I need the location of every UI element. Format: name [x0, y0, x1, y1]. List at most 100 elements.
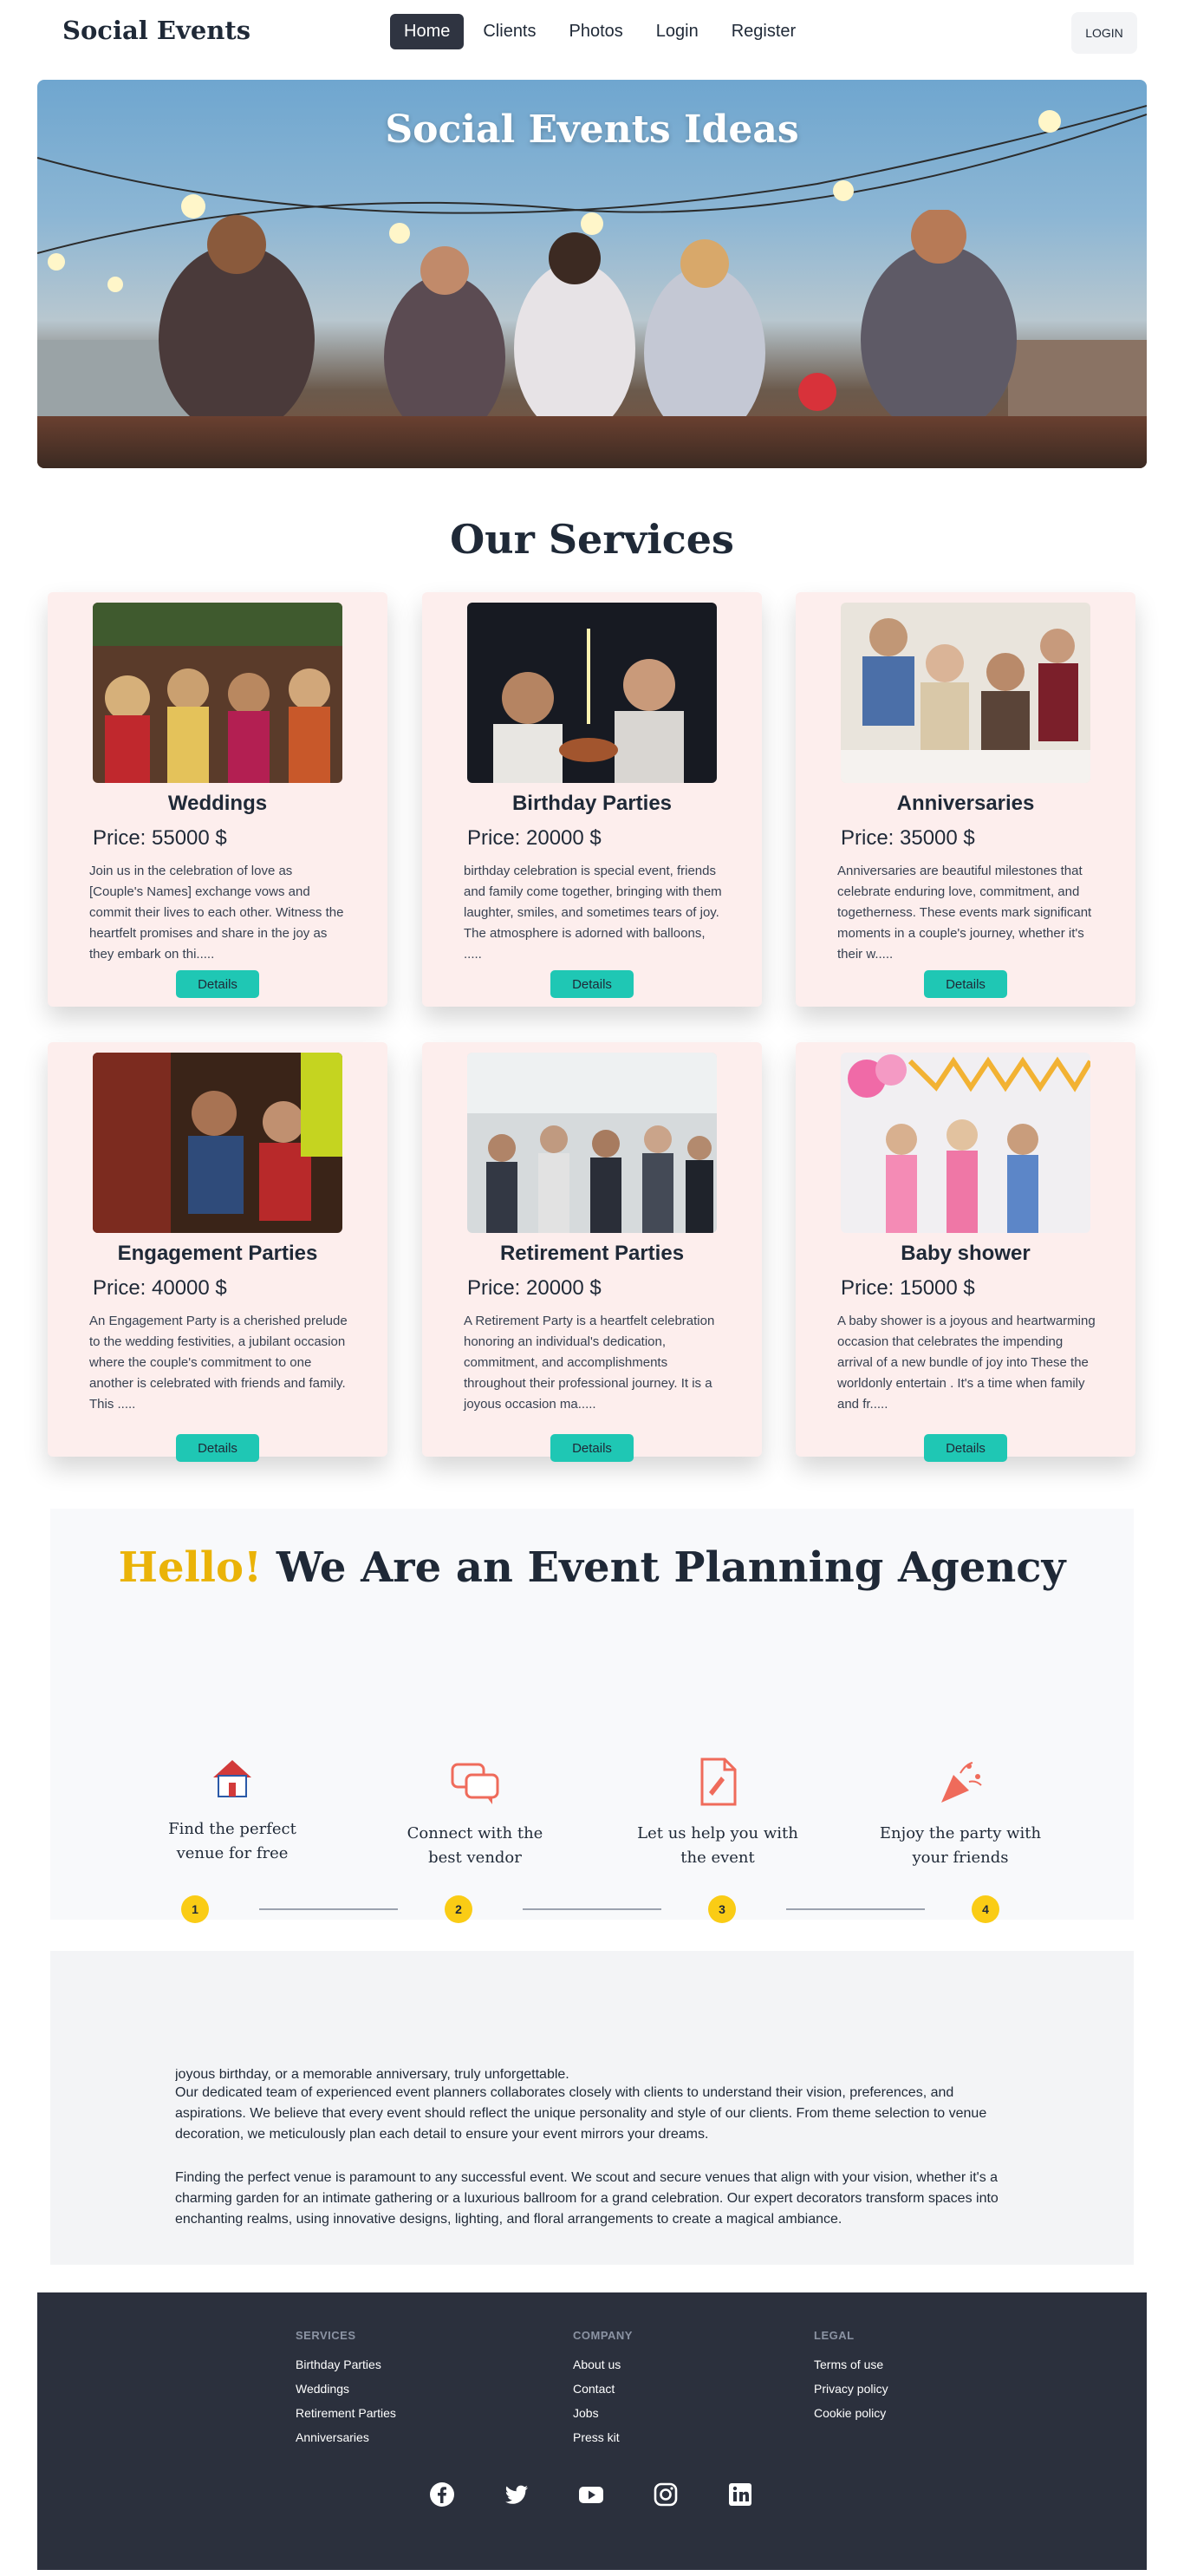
about-scroll-box[interactable]: joyous birthday, or a memorable annivers… — [50, 1951, 1134, 2265]
agency-title-hello: Hello! — [118, 1543, 263, 1592]
linkedin-icon[interactable] — [727, 2481, 753, 2508]
card-title: Retirement Parties — [499, 1242, 685, 1265]
step-1: Find the perfect venue for free — [146, 1751, 319, 1866]
card-description: Anniversaries are beautiful milestones t… — [837, 864, 1092, 962]
service-card-birthday-parties: Birthday Parties Price: 20000 $ birthday… — [422, 592, 762, 1007]
details-button[interactable]: Details — [924, 1434, 1007, 1462]
step-2: Connect with the best vendor — [388, 1756, 562, 1870]
brand-logo-text[interactable]: Social Events — [62, 16, 250, 45]
nav-links: Home Clients Photos Login Register — [390, 14, 810, 49]
footer-column-services: SERVICES Birthday Parties Weddings Retir… — [296, 2329, 396, 2455]
details-button[interactable]: Details — [176, 1434, 259, 1462]
footer-heading: LEGAL — [814, 2329, 855, 2342]
card-title: Weddings — [167, 792, 268, 815]
house-icon — [206, 1751, 258, 1803]
baby-shower-photo — [841, 1053, 1090, 1233]
footer-column-legal: LEGAL Terms of use Privacy policy Cookie… — [814, 2329, 888, 2430]
step-number-2: 2 — [445, 1895, 472, 1923]
footer-heading: SERVICES — [296, 2329, 356, 2342]
step-label: Connect with the best vendor — [407, 1824, 543, 1867]
step-label: Enjoy the party with your friends — [879, 1824, 1042, 1867]
nav-link-login[interactable]: Login — [642, 14, 712, 49]
site-footer: SERVICES Birthday Parties Weddings Retir… — [37, 2292, 1147, 2570]
nav-link-clients[interactable]: Clients — [469, 14, 550, 49]
party-popper-icon — [934, 1756, 986, 1808]
step-connector — [259, 1908, 398, 1910]
footer-link[interactable]: Press kit — [573, 2430, 633, 2444]
hero-title: Social Events Ideas — [385, 108, 799, 152]
footer-link[interactable]: Terms of use — [814, 2358, 888, 2371]
about-paragraph-2: Finding the perfect venue is paramount t… — [175, 2170, 999, 2227]
hero-banner: Social Events Ideas — [37, 80, 1147, 468]
login-button[interactable]: LOGIN — [1071, 12, 1137, 54]
card-price: Price: 20000 $ — [467, 826, 602, 850]
footer-link[interactable]: Cookie policy — [814, 2406, 888, 2420]
about-paragraph-1: Our dedicated team of experienced event … — [175, 2085, 987, 2142]
card-title: Anniversaries — [896, 792, 1035, 815]
card-price: Price: 20000 $ — [467, 1276, 602, 1300]
hero-rooftop-rail — [37, 416, 1147, 468]
service-card-anniversaries: Anniversaries Price: 35000 $ Anniversari… — [796, 592, 1135, 1007]
step-4: Enjoy the party with your friends — [874, 1756, 1047, 1870]
anniversaries-photo — [841, 603, 1090, 783]
card-price: Price: 35000 $ — [841, 826, 975, 850]
nav-link-register[interactable]: Register — [718, 14, 810, 49]
footer-link[interactable]: Contact — [573, 2382, 633, 2396]
service-card-engagement-parties: Engagement Parties Price: 40000 $ An Eng… — [48, 1042, 387, 1462]
services-title: Our Services — [450, 516, 734, 563]
step-label: Find the perfect venue for free — [168, 1820, 296, 1862]
footer-heading: COMPANY — [573, 2329, 633, 2342]
step-3: Let us help you with the event — [631, 1756, 804, 1870]
card-description: A Retirement Party is a heartfelt celebr… — [464, 1314, 715, 1412]
footer-link[interactable]: Jobs — [573, 2406, 633, 2420]
step-label: Let us help you with the event — [637, 1824, 798, 1867]
card-description: Join us in the celebration of love as [C… — [89, 864, 344, 962]
step-connector — [523, 1908, 661, 1910]
card-title: Baby shower — [901, 1242, 1031, 1265]
footer-link[interactable]: Birthday Parties — [296, 2358, 396, 2371]
agency-section: Hello! We Are an Event Planning Agency F… — [50, 1509, 1134, 1923]
footer-link[interactable]: Anniversaries — [296, 2430, 396, 2444]
service-card-retirement-parties: Retirement Parties Price: 20000 $ A Reti… — [422, 1042, 762, 1462]
card-title: Engagement Parties — [117, 1242, 318, 1265]
top-navbar: Social Events Home Clients Photos Login … — [0, 0, 1184, 66]
step-number-3: 3 — [708, 1895, 736, 1923]
step-number-4: 4 — [972, 1895, 999, 1923]
details-button[interactable]: Details — [550, 1434, 634, 1462]
details-button[interactable]: Details — [550, 970, 634, 998]
card-title: Birthday Parties — [511, 792, 673, 815]
agency-title: Hello! We Are an Event Planning Agency — [50, 1543, 1134, 1592]
card-description: A baby shower is a joyous and heartwarmi… — [837, 1314, 1096, 1412]
step-connector — [786, 1908, 925, 1910]
card-price: Price: 15000 $ — [841, 1276, 975, 1300]
footer-link[interactable]: Privacy policy — [814, 2382, 888, 2396]
facebook-icon[interactable] — [429, 2481, 455, 2508]
card-price: Price: 55000 $ — [93, 826, 227, 850]
engagement-photo — [93, 1053, 342, 1233]
birthday-photo — [467, 603, 717, 783]
details-button[interactable]: Details — [176, 970, 259, 998]
retirement-photo — [467, 1053, 717, 1233]
service-card-weddings: Weddings Price: 55000 $ Join us in the c… — [48, 592, 387, 1007]
details-button[interactable]: Details — [924, 970, 1007, 998]
footer-link[interactable]: About us — [573, 2358, 633, 2371]
nav-link-photos[interactable]: Photos — [556, 14, 637, 49]
footer-link[interactable]: Retirement Parties — [296, 2406, 396, 2420]
about-partial-line: joyous birthday, or a memorable annivers… — [175, 2069, 569, 2081]
document-edit-icon — [692, 1756, 744, 1808]
service-card-baby-shower: Baby shower Price: 15000 $ A baby shower… — [796, 1042, 1135, 1462]
card-price: Price: 40000 $ — [93, 1276, 227, 1300]
weddings-photo — [93, 603, 342, 783]
step-number-1: 1 — [181, 1895, 209, 1923]
hero-party-people — [159, 210, 1017, 427]
twitter-icon[interactable] — [504, 2481, 530, 2508]
nav-link-home[interactable]: Home — [390, 14, 465, 49]
instagram-icon[interactable] — [653, 2481, 679, 2508]
footer-column-company: COMPANY About us Contact Jobs Press kit — [573, 2329, 633, 2455]
card-description: birthday celebration is special event, f… — [464, 864, 722, 962]
footer-link[interactable]: Weddings — [296, 2382, 396, 2396]
chat-bubbles-icon — [449, 1756, 501, 1808]
card-description: An Engagement Party is a cherished prelu… — [89, 1314, 348, 1412]
youtube-icon[interactable] — [578, 2481, 604, 2508]
agency-title-rest: We Are an Event Planning Agency — [262, 1543, 1066, 1592]
